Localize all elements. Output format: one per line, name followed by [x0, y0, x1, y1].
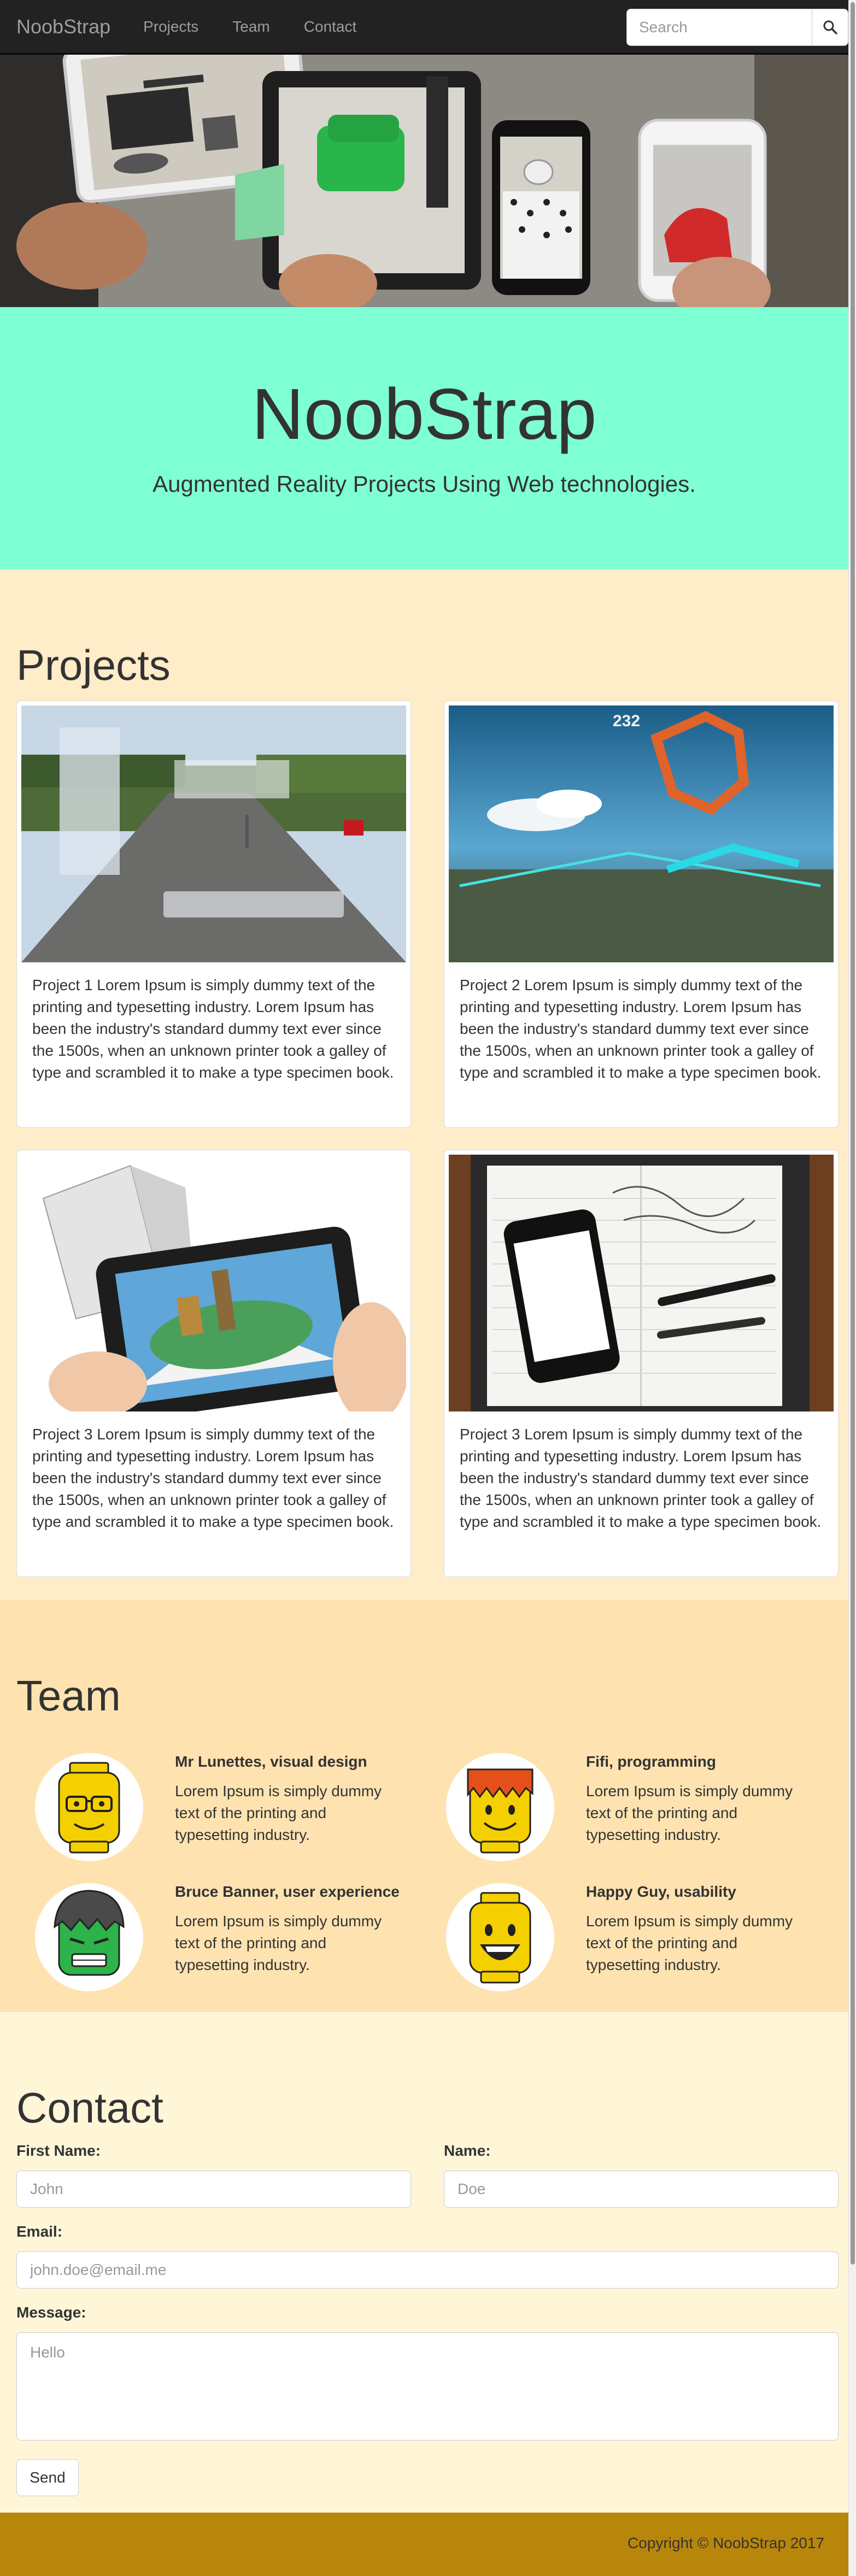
jumbotron: NoobStrap Augmented Reality Projects Usi… [0, 307, 848, 569]
member-desc-4: Lorem Ipsum is simply dummy text of the … [586, 1913, 793, 1973]
message-label: Message: [16, 2304, 86, 2321]
page: NoobStrap Projects Team Contact Search N… [0, 0, 856, 2576]
member-desc-3: Lorem Ipsum is simply dummy text of the … [175, 1913, 382, 1973]
project-text-1: Project 1 Lorem Ipsum is simply dummy te… [32, 977, 394, 1081]
team-section: Team Mr Lunettes, visual design Lorem Ip… [0, 1600, 848, 2012]
project-text-4: Project 3 Lorem Ipsum is simply dummy te… [460, 1426, 822, 1530]
page-scrollbar[interactable] [848, 0, 856, 2576]
nav-link-projects[interactable]: Projects [143, 18, 198, 36]
project-card-1: Project 1 Lorem Ipsum is simply dummy te… [16, 701, 411, 1128]
hero-image [0, 55, 848, 307]
avatar-lego-hulk [35, 1883, 143, 1991]
message-textarea[interactable]: Hello [16, 2332, 839, 2440]
projects-section: Projects Project 1 Lorem Ipsum is simply [0, 569, 848, 1600]
member-name-1: Mr Lunettes, visual design [175, 1753, 367, 1770]
project-card-4: Project 3 Lorem Ipsum is simply dummy te… [444, 1150, 839, 1577]
project-image-4 [449, 1155, 834, 1411]
ar-devices-photo [0, 55, 848, 307]
project-image-1 [21, 705, 406, 962]
contact-section: Contact First Name: John Name: Doe Email… [0, 2012, 848, 2513]
project-card-3: Project 3 Lorem Ipsum is simply dummy te… [16, 1150, 411, 1577]
navbar: NoobStrap Projects Team Contact Search [0, 0, 848, 55]
scrollbar-thumb[interactable] [851, 2, 855, 2265]
copyright-text: Copyright © NoobStrap 2017 [628, 2534, 824, 2551]
nav-link-contact[interactable]: Contact [304, 18, 357, 36]
name-label: Name: [444, 2142, 491, 2159]
magnifier-icon [823, 20, 837, 34]
team-member-1: Mr Lunettes, visual design Lorem Ipsum i… [22, 1753, 415, 1873]
nav-link-team[interactable]: Team [232, 18, 269, 36]
search-input[interactable]: Search [626, 9, 812, 46]
search-button[interactable] [812, 9, 848, 46]
team-title: Team [16, 1672, 121, 1720]
score-label: 232 [613, 712, 640, 730]
email-label: Email: [16, 2223, 63, 2240]
ar-book-tablet-photo [21, 1155, 406, 1411]
member-name-2: Fifi, programming [586, 1753, 716, 1770]
ar-game-photo: 232 [449, 705, 834, 962]
member-name-3: Bruce Banner, user experience [175, 1883, 400, 1900]
avatar-lego-redhair [446, 1753, 554, 1861]
avatar-lego-glasses [35, 1753, 143, 1861]
team-member-4: Happy Guy, usability Lorem Ipsum is simp… [433, 1883, 826, 2003]
member-name-4: Happy Guy, usability [586, 1883, 736, 1900]
first-name-field[interactable]: John [16, 2171, 411, 2208]
navbar-brand[interactable]: NoobStrap [16, 15, 110, 38]
notebook-phone-photo [449, 1155, 834, 1411]
team-member-3: Bruce Banner, user experience Lorem Ipsu… [22, 1883, 415, 2003]
street-ar-photo [21, 705, 406, 962]
email-field[interactable]: john.doe@email.me [16, 2251, 839, 2289]
member-desc-1: Lorem Ipsum is simply dummy text of the … [175, 1783, 382, 1843]
contact-title: Contact [16, 2084, 163, 2132]
avatar-lego-happy [446, 1883, 554, 1991]
projects-title: Projects [16, 641, 171, 689]
footer: Copyright © NoobStrap 2017 [0, 2513, 848, 2576]
navbar-search: Search [626, 9, 848, 46]
jumbotron-subtitle: Augmented Reality Projects Using Web tec… [153, 471, 696, 497]
send-button[interactable]: Send [16, 2459, 79, 2496]
project-text-3: Project 3 Lorem Ipsum is simply dummy te… [32, 1426, 394, 1530]
member-desc-2: Lorem Ipsum is simply dummy text of the … [586, 1783, 793, 1843]
jumbotron-title: NoobStrap [251, 374, 597, 454]
project-image-3 [21, 1155, 406, 1411]
team-member-2: Fifi, programming Lorem Ipsum is simply … [433, 1753, 826, 1873]
first-name-label: First Name: [16, 2142, 101, 2159]
project-text-2: Project 2 Lorem Ipsum is simply dummy te… [460, 977, 822, 1081]
name-field[interactable]: Doe [444, 2171, 839, 2208]
project-card-2: 232 Project 2 Lorem Ipsum is simply dumm… [444, 701, 839, 1128]
project-image-2: 232 [449, 705, 834, 962]
